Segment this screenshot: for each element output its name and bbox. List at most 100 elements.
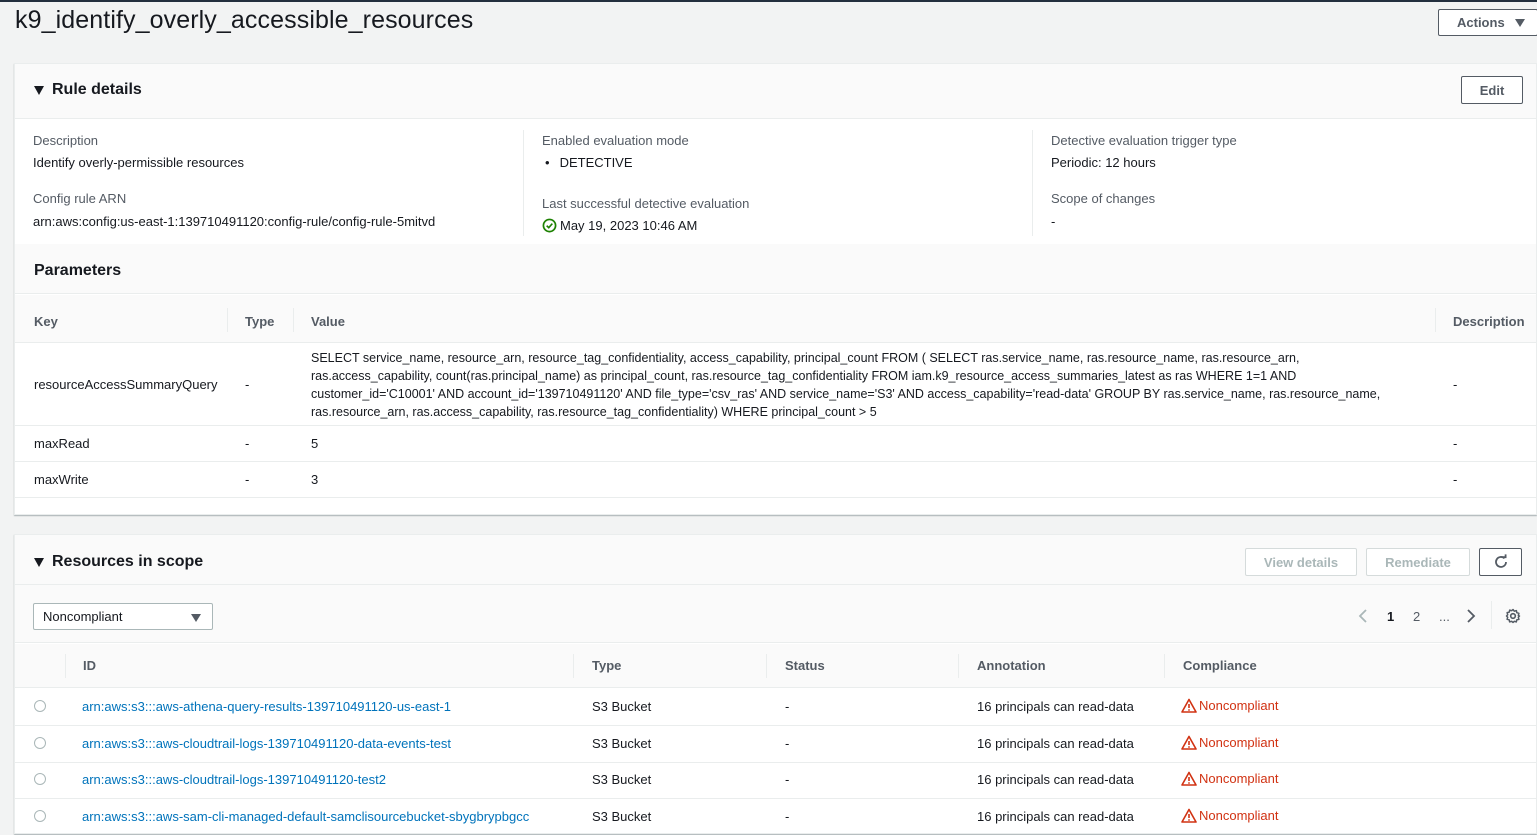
resources-table-header <box>15 644 1536 688</box>
compliance-status: Noncompliant <box>1181 698 1279 713</box>
param-key: maxRead <box>34 436 90 451</box>
column-header-type[interactable]: Type <box>592 658 621 673</box>
compliance-text: Noncompliant <box>1199 771 1279 786</box>
rule-details-panel: Rule details Edit Description Identify o… <box>14 63 1537 515</box>
pagination-divider <box>1491 601 1492 629</box>
column-divider <box>293 308 294 332</box>
parameters-table-header <box>15 295 1536 343</box>
refresh-icon <box>1494 554 1507 568</box>
resource-status: - <box>785 772 790 787</box>
settings-gear-icon[interactable] <box>1505 608 1521 624</box>
compliance-filter-select[interactable]: Noncompliant <box>33 603 213 630</box>
rule-details-toggle[interactable]: Rule details <box>34 81 142 99</box>
resource-type: S3 Bucket <box>592 699 652 714</box>
param-type: - <box>245 472 250 487</box>
row-select-radio[interactable] <box>34 810 46 822</box>
table-row: maxWrite - 3 - <box>15 462 1536 497</box>
row-select-radio[interactable] <box>34 773 46 785</box>
column-divider <box>766 654 767 678</box>
last-eval-value: May 19, 2023 10:46 AM <box>542 218 697 233</box>
trigger-label: Detective evaluation trigger type <box>1051 133 1237 148</box>
param-value: 3 <box>311 472 319 487</box>
resource-annotation: 16 principals can read-data <box>977 809 1134 824</box>
resource-id-link[interactable]: arn:aws:s3:::aws-cloudtrail-logs-1397104… <box>82 772 386 787</box>
param-type: - <box>245 436 250 451</box>
page-2-button[interactable]: 2 <box>1413 609 1420 624</box>
scope-label: Scope of changes <box>1051 191 1156 206</box>
table-row[interactable]: arn:aws:s3:::aws-cloudtrail-logs-1397104… <box>15 763 1536 798</box>
column-divider <box>523 130 524 236</box>
resources-panel: Resources in scope View details Remediat… <box>14 534 1537 834</box>
resource-type: S3 Bucket <box>592 809 652 824</box>
description-value: Identify overly-permissible resources <box>33 155 244 170</box>
resource-type: S3 Bucket <box>592 772 652 787</box>
remediate-button[interactable]: Remediate <box>1366 548 1470 576</box>
table-row[interactable]: arn:aws:s3:::aws-sam-cli-managed-default… <box>15 799 1536 835</box>
resource-annotation: 16 principals can read-data <box>977 772 1134 787</box>
param-value: 5 <box>311 436 319 451</box>
row-select-radio[interactable] <box>34 737 46 749</box>
rule-details-title: Rule details <box>52 81 142 98</box>
caret-down-icon <box>191 614 201 622</box>
eval-mode-label: Enabled evaluation mode <box>542 133 689 148</box>
bullet-icon: • <box>545 155 550 170</box>
resource-id-link[interactable]: arn:aws:s3:::aws-cloudtrail-logs-1397104… <box>82 736 451 751</box>
param-description: - <box>1453 472 1458 487</box>
resource-annotation: 16 principals can read-data <box>977 699 1134 714</box>
column-header-status[interactable]: Status <box>785 658 825 673</box>
parameters-header <box>15 244 1536 294</box>
column-header-id[interactable]: ID <box>83 658 96 673</box>
top-border <box>0 0 1537 2</box>
param-value: SELECT service_name, resource_arn, resou… <box>311 351 1381 419</box>
next-page-icon[interactable] <box>1466 608 1476 624</box>
column-header-annotation[interactable]: Annotation <box>977 658 1046 673</box>
edit-button[interactable]: Edit <box>1461 76 1523 104</box>
arn-label: Config rule ARN <box>33 191 127 206</box>
row-select-radio[interactable] <box>34 700 46 712</box>
column-divider <box>573 654 574 678</box>
last-eval-label: Last successful detective evaluation <box>542 196 750 211</box>
previous-page-icon[interactable] <box>1358 608 1368 624</box>
compliance-text: Noncompliant <box>1199 698 1279 713</box>
column-divider <box>1164 654 1165 678</box>
column-header-type[interactable]: Type <box>245 314 274 329</box>
column-divider <box>1435 308 1436 332</box>
param-description: - <box>1453 436 1458 451</box>
compliance-status: Noncompliant <box>1181 735 1279 750</box>
column-header-key[interactable]: Key <box>34 314 58 329</box>
refresh-button[interactable] <box>1479 548 1522 576</box>
column-header-value[interactable]: Value <box>311 314 345 329</box>
resource-status: - <box>785 809 790 824</box>
param-description: - <box>1453 377 1458 392</box>
column-divider <box>227 308 228 332</box>
success-check-icon <box>542 218 557 233</box>
resource-status: - <box>785 699 790 714</box>
page-title: k9_identify_overly_accessible_resources <box>15 6 474 34</box>
column-header-compliance[interactable]: Compliance <box>1183 658 1257 673</box>
warning-icon <box>1181 808 1197 823</box>
column-divider <box>65 654 66 678</box>
remediate-label: Remediate <box>1385 554 1451 570</box>
column-divider <box>958 654 959 678</box>
caret-down-icon <box>34 85 44 95</box>
eval-mode-value: • DETECTIVE <box>545 155 633 170</box>
warning-icon <box>1181 771 1197 786</box>
column-divider <box>1032 130 1033 236</box>
view-details-button[interactable]: View details <box>1245 548 1357 576</box>
table-row[interactable]: arn:aws:s3:::aws-athena-query-results-13… <box>15 689 1536 725</box>
resource-id-link[interactable]: arn:aws:s3:::aws-sam-cli-managed-default… <box>82 809 529 824</box>
resources-toggle[interactable]: Resources in scope <box>34 553 203 571</box>
compliance-status: Noncompliant <box>1181 808 1279 823</box>
caret-down-icon <box>34 557 44 567</box>
compliance-text: Noncompliant <box>1199 735 1279 750</box>
eval-mode-text: DETECTIVE <box>559 155 633 170</box>
rule-details-header <box>15 64 1536 119</box>
page-1-button[interactable]: 1 <box>1387 609 1394 624</box>
column-header-description[interactable]: Description <box>1453 314 1525 329</box>
resources-header-divider <box>15 584 1536 585</box>
table-row: resourceAccessSummaryQuery - SELECT serv… <box>15 344 1536 425</box>
table-row[interactable]: arn:aws:s3:::aws-cloudtrail-logs-1397104… <box>15 726 1536 762</box>
resource-status: - <box>785 736 790 751</box>
actions-button[interactable]: Actions <box>1438 9 1537 36</box>
resource-id-link[interactable]: arn:aws:s3:::aws-athena-query-results-13… <box>82 699 451 714</box>
